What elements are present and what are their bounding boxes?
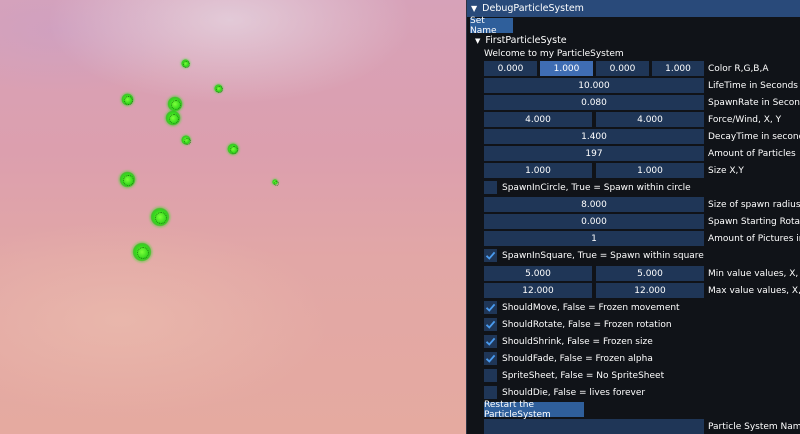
color-r-field[interactable]: 0.000 [484, 61, 537, 76]
spawn-square-label: SpawnInSquare, True = Spawn within squar… [502, 250, 704, 261]
particle [121, 93, 134, 106]
game-viewport [0, 0, 466, 434]
particle [272, 179, 279, 186]
spawn-rotation-field[interactable]: 0.000 [484, 214, 704, 229]
particle [181, 59, 190, 68]
spawn-radius-label: Size of spawn radius [708, 199, 800, 210]
should-shrink-checkbox[interactable] [484, 335, 497, 348]
particle-system-name-label: Particle System Name [708, 421, 800, 432]
welcome-text: Welcome to my ParticleSystem [484, 48, 624, 59]
max-x-field[interactable]: 12.000 [484, 283, 592, 298]
min-x-field[interactable]: 5.000 [484, 266, 592, 281]
restart-button[interactable]: Restart the ParticleSystem [484, 400, 584, 420]
particle [150, 207, 170, 227]
size-y-field[interactable]: 1.000 [596, 163, 704, 178]
particle [119, 171, 136, 188]
particle [165, 110, 181, 126]
min-y-field[interactable]: 5.000 [596, 266, 704, 281]
pictures-label: Amount of Pictures in Sp [708, 233, 800, 244]
force-x-field[interactable]: 4.000 [484, 112, 592, 127]
force-y-field[interactable]: 4.000 [596, 112, 704, 127]
lifetime-label: LifeTime in Seconds [708, 80, 798, 91]
color-b-field[interactable]: 0.000 [596, 61, 649, 76]
should-fade-checkbox[interactable] [484, 352, 497, 365]
particle [181, 135, 191, 145]
should-die-checkbox[interactable] [484, 386, 497, 399]
amount-label: Amount of Particles [708, 148, 796, 159]
spritesheet-checkbox[interactable] [484, 369, 497, 382]
spawn-circle-label: SpawnInCircle, True = Spawn within circl… [502, 182, 691, 193]
should-rotate-checkbox[interactable] [484, 318, 497, 331]
debug-particle-window: ▼ DebugParticleSystem Set Name ▼ FirstPa… [466, 0, 800, 434]
spawn-square-checkbox[interactable] [484, 249, 497, 262]
should-move-checkbox[interactable] [484, 301, 497, 314]
should-die-label: ShouldDie, False = lives forever [502, 387, 646, 398]
max-values-label: Max value values, X, Y [708, 285, 800, 296]
should-rotate-label: ShouldRotate, False = Frozen rotation [502, 319, 672, 330]
checkmark-icon [485, 303, 496, 312]
window-title: DebugParticleSystem [482, 3, 584, 14]
decay-field[interactable]: 1.400 [484, 129, 704, 144]
set-name-button[interactable]: Set Name [470, 16, 513, 36]
collapse-triangle-icon[interactable]: ▼ [471, 4, 477, 13]
particle [132, 242, 152, 262]
spawnrate-label: SpawnRate in Seconds [708, 97, 800, 108]
spawn-radius-field[interactable]: 8.000 [484, 197, 704, 212]
color-g-field[interactable]: 1.000 [540, 61, 593, 76]
amount-field[interactable]: 197 [484, 146, 704, 161]
color-a-field[interactable]: 1.000 [652, 61, 704, 76]
should-fade-label: ShouldFade, False = Frozen alpha [502, 353, 653, 364]
particle [214, 84, 223, 93]
spawn-circle-checkbox[interactable] [484, 181, 497, 194]
particle-system-name-input[interactable] [484, 419, 704, 434]
checkmark-icon [485, 354, 496, 363]
size-x-field[interactable]: 1.000 [484, 163, 592, 178]
size-label: Size X,Y [708, 165, 744, 176]
spawn-rotation-label: Spawn Starting Rotation [708, 216, 800, 227]
pictures-field[interactable]: 1 [484, 231, 704, 246]
spritesheet-label: SpriteSheet, False = No SpriteSheet [502, 370, 665, 381]
decay-label: DecayTime in seconds [708, 131, 800, 142]
max-y-field[interactable]: 12.000 [596, 283, 704, 298]
window-titlebar[interactable]: ▼ DebugParticleSystem [467, 0, 800, 17]
should-move-label: ShouldMove, False = Frozen movement [502, 302, 680, 313]
min-values-label: Min value values, X, Y [708, 268, 800, 279]
force-label: Force/Wind, X, Y [708, 114, 782, 125]
spawnrate-field[interactable]: 0.080 [484, 95, 704, 110]
should-shrink-label: ShouldShrink, False = Frozen size [502, 336, 653, 347]
lifetime-field[interactable]: 10.000 [484, 78, 704, 93]
color-label: Color R,G,B,A [708, 63, 769, 74]
tree-expand-icon[interactable]: ▼ [475, 37, 480, 45]
particle [227, 143, 239, 155]
tree-node-label: FirstParticleSyste [485, 35, 567, 46]
checkmark-icon [485, 320, 496, 329]
checkmark-icon [485, 337, 496, 346]
checkmark-icon [485, 251, 496, 260]
